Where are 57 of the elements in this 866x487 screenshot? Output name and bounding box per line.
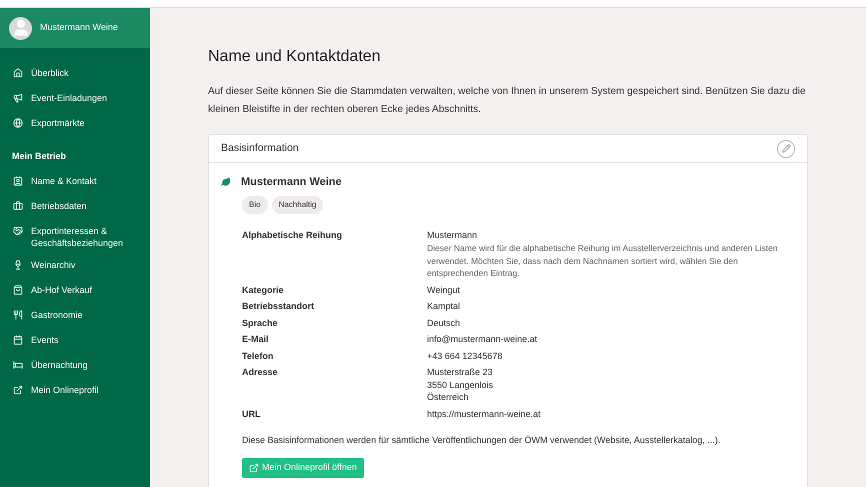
nav-item[interactable]: Exportinteressen & Geschäftsbeziehungen [0,220,150,254]
tag: Bio [242,196,268,214]
field-label: Kategorie [242,284,285,296]
intro-text: Auf dieser Seite können Sie die Stammdaten verwalten, welche von Ihnen in unserem System gespeichert sind. Benützen Sie dazu die kleinen Bleistifte in der rechten oberen Ecke jedes Abschnitts. [208,85,807,117]
nav-item[interactable]: Events [0,328,150,354]
external-link-icon [13,384,23,394]
company-name: Mustermann Weine [241,175,342,190]
field-value: Kamptal [427,300,460,312]
field-label: Alphabetische Reihung [242,228,344,242]
nav-heading: Mein Betrieb [11,150,68,163]
globe-icon [13,118,23,128]
field-value: Musterstraße 23 [427,366,494,378]
nav-item[interactable]: Ab-Hof Verkauf [0,278,150,304]
nav-item[interactable]: Mein Onlineprofil [0,378,150,404]
contact-card-icon [13,176,23,186]
user-name: Mustermann Weine [40,21,118,34]
field-value: Mustermann [427,228,478,241]
avatar-icon [9,16,32,40]
briefcase-icon [13,200,23,210]
nav-item[interactable]: Event-Einladungen [0,87,150,112]
nav-item[interactable]: Überblick [0,62,150,87]
bag-icon [13,284,23,294]
field-label: Betriebsstandort [242,300,316,312]
field-value: 3550 Langenlois [427,378,494,391]
external-link-icon [249,462,259,472]
note-text: Diese Basisinformationen werden für sämtliche Veröffentlichungen der ÖWM verwendet (Website, Ausstellerkatalog, ...). [242,434,722,447]
field-value: Österreich [427,391,470,404]
field-value: Deutsch [427,316,460,329]
leaf-icon [221,177,231,188]
field-value: https://mustermann-weine.at [427,408,541,420]
field-label: Adresse [242,366,279,379]
utensils-icon [13,310,23,320]
handshake-icon [13,226,23,236]
pencil-icon [782,144,790,153]
bed-icon [13,360,23,370]
page-title: Name und Kontaktdaten [208,47,382,67]
field-label: URL [242,408,262,420]
home-icon [13,68,23,78]
nav-item[interactable]: Weinarchiv [0,254,150,278]
field-value: Weingut [427,284,460,296]
glass-icon [13,260,23,270]
calendar-icon [13,334,23,344]
field-label: Sprache [242,316,279,329]
nav-item[interactable]: Exportmärkte [0,112,150,137]
card-title: Basisinformation [221,140,299,156]
hint-text: Dieser Name wird für die alphabetische Reihung im Ausstellerverzeichnis und anderen Listen verwendet. Möchten Sie, dass nach dem Nachnamen sortiert wird, wählen Sie den entsprechenden Eintrag. [427,242,779,280]
field-label: Telefon [242,350,274,362]
megaphone-icon [13,93,23,103]
field-label: E-Mail [242,333,270,346]
field-value: info@mustermann-weine.at [427,333,538,346]
nav-item[interactable]: Gastronomie [0,304,150,328]
nav-item[interactable]: Name & Kontakt [0,170,150,194]
tag: Nachhaltig [272,196,324,214]
nav-item[interactable]: Betriebsdaten [0,194,150,220]
edit-button[interactable] [777,140,795,158]
field-value: +43 664 12345678 [427,350,502,362]
nav-item[interactable]: Übernachtung [0,354,150,378]
